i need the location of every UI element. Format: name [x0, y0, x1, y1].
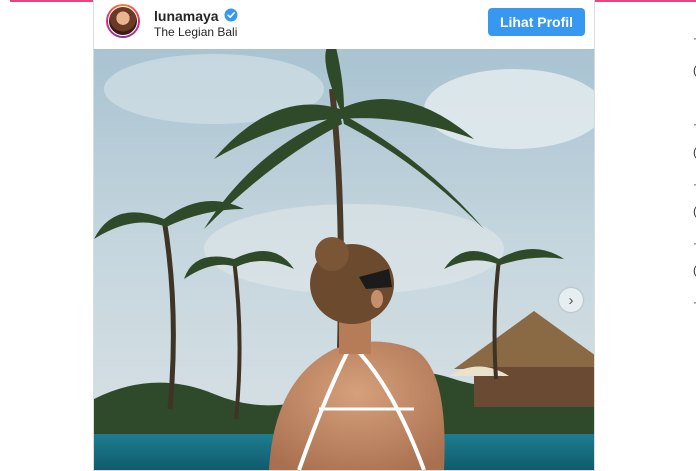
avatar[interactable] — [106, 4, 140, 38]
chevron-right-icon: › — [568, 291, 574, 309]
view-profile-button[interactable]: Lihat Profil — [488, 8, 585, 36]
right-side-content: · ( · ( · ( · ( · — [688, 0, 696, 464]
instagram-embed: lunamaya The Legian Bali Lihat Profil › — [93, 0, 595, 471]
post-photo[interactable] — [94, 49, 594, 470]
username[interactable]: lunamaya — [154, 8, 219, 24]
verified-badge-icon — [224, 8, 238, 22]
next-photo-button[interactable]: › — [559, 288, 583, 312]
location-label[interactable]: The Legian Bali — [154, 25, 237, 39]
embed-header: lunamaya The Legian Bali Lihat Profil — [94, 0, 594, 49]
